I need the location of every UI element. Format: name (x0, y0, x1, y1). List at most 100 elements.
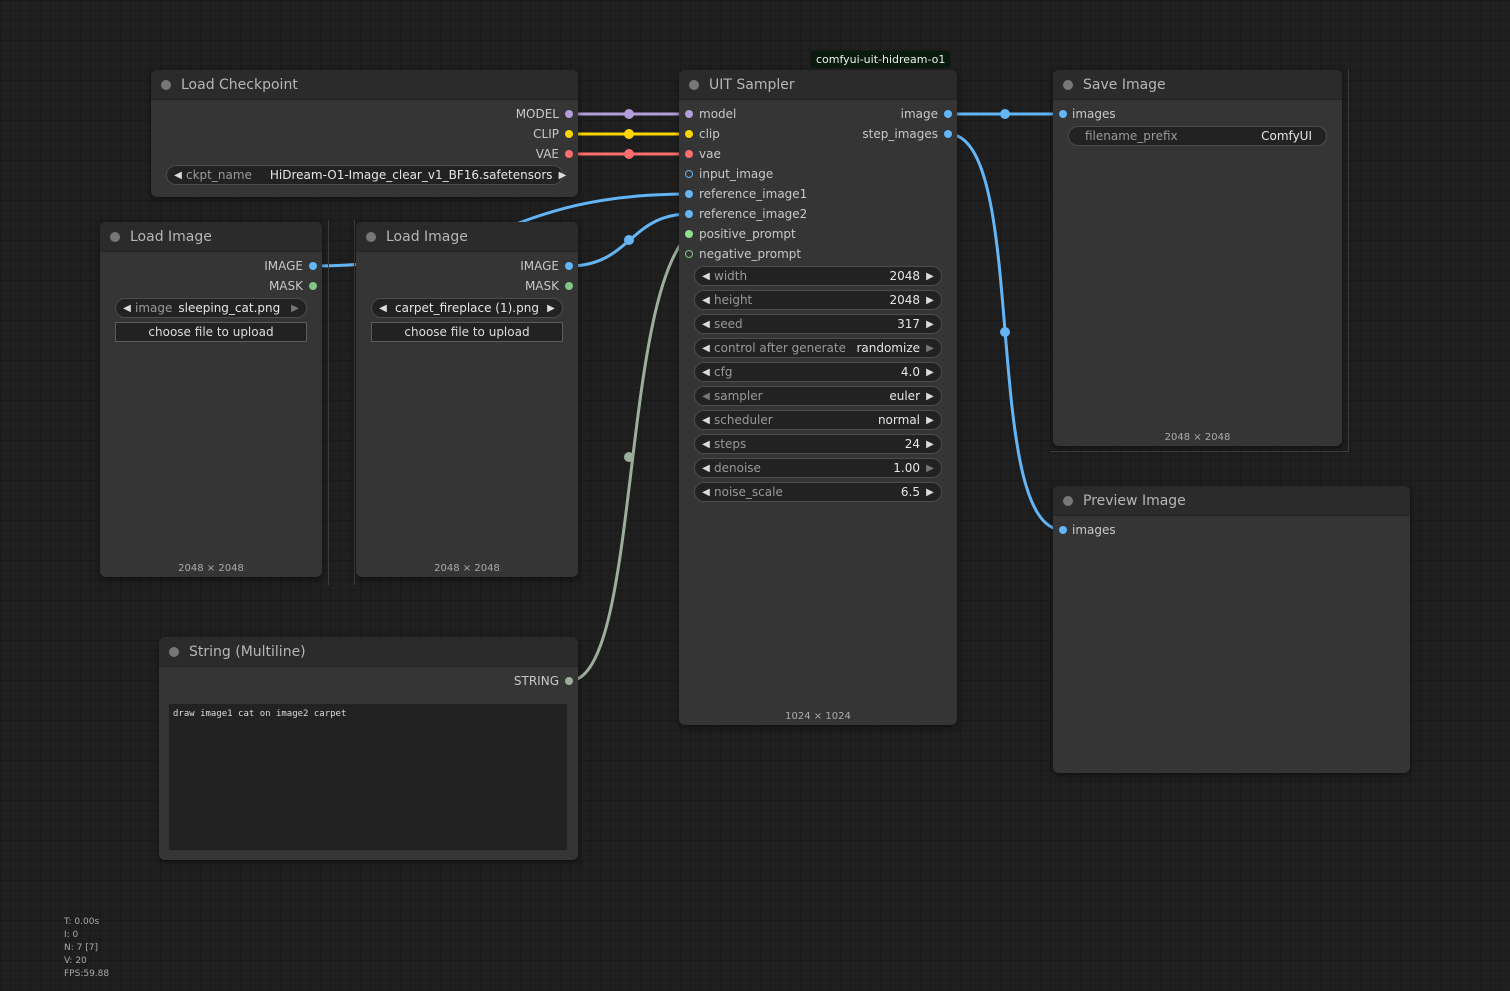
load-image-node-1[interactable]: Load Image IMAGE MASK ◀ image sleeping_c… (100, 222, 322, 577)
arrow-right-icon[interactable]: ▶ (924, 343, 936, 354)
input-image-dot[interactable] (685, 170, 693, 178)
collapse-dot-icon[interactable] (1063, 79, 1073, 90)
input-positive-prompt-dot[interactable] (685, 230, 693, 238)
arrow-left-icon[interactable]: ◀ (700, 319, 712, 330)
output-image-dot[interactable] (309, 262, 317, 270)
input-negative-prompt-dot[interactable] (685, 250, 693, 258)
input-images-dot[interactable] (1059, 110, 1067, 118)
input-vae-dot[interactable] (685, 150, 693, 158)
arrow-left-icon[interactable]: ◀ (700, 367, 712, 378)
cfg-widget[interactable]: ◀ cfg 4.0 ▶ (694, 362, 942, 382)
node-title-bar[interactable]: Load Checkpoint (151, 70, 578, 100)
output-image-dot[interactable] (565, 262, 573, 270)
ckpt-name-combo[interactable]: ◀ ckpt_name HiDream-O1-Image_clear_v1_BF… (166, 165, 566, 185)
input-clip-dot[interactable] (685, 130, 693, 138)
arrow-left-icon[interactable]: ◀ (700, 415, 712, 426)
scheduler-widget[interactable]: ◀ scheduler normal ▶ (694, 410, 942, 430)
sampler-widget[interactable]: ◀ sampler euler ▶ (694, 386, 942, 406)
height-widget[interactable]: ◀ height 2048 ▶ (694, 290, 942, 310)
preview-image-node[interactable]: Preview Image images (1053, 486, 1410, 773)
input-reference-image2-dot[interactable] (685, 210, 693, 218)
control-after-generate-widget[interactable]: ◀ control after generate randomize ▶ (694, 338, 942, 358)
widget-value: euler (889, 389, 920, 403)
collapse-dot-icon[interactable] (366, 231, 376, 242)
arrow-left-icon[interactable]: ◀ (121, 303, 133, 314)
node-title-bar[interactable]: Preview Image (1053, 486, 1410, 516)
output-step-images-dot[interactable] (944, 130, 952, 138)
uit-sampler-node[interactable]: UIT Sampler model clip vae input_image r… (679, 70, 957, 725)
input-model-dot[interactable] (685, 110, 693, 118)
collapse-dot-icon[interactable] (169, 646, 179, 657)
arrow-right-icon[interactable]: ▶ (924, 439, 936, 450)
node-title-bar[interactable]: UIT Sampler (679, 70, 957, 100)
widget-label: seed (714, 317, 743, 331)
wire-preview-image (947, 132, 1064, 532)
arrow-right-icon[interactable]: ▶ (924, 487, 936, 498)
arrow-right-icon[interactable]: ▶ (924, 463, 936, 474)
node-title-bar[interactable]: String (Multiline) (159, 637, 578, 667)
input-images-label: images (1072, 107, 1116, 121)
arrow-right-icon[interactable]: ▶ (924, 367, 936, 378)
arrow-right-icon[interactable]: ▶ (545, 303, 557, 314)
arrow-right-icon[interactable]: ▶ (924, 391, 936, 402)
collapse-dot-icon[interactable] (110, 231, 120, 242)
output-image-dot[interactable] (944, 110, 952, 118)
output-vae-dot[interactable] (565, 150, 573, 158)
arrow-left-icon[interactable]: ◀ (700, 295, 712, 306)
load-image-node-2[interactable]: Load Image IMAGE MASK ◀ carpet_fireplace… (356, 222, 578, 577)
image-combo[interactable]: ◀ image sleeping_cat.png ▶ (115, 298, 307, 318)
image-combo[interactable]: ◀ carpet_fireplace (1).png ▶ (371, 298, 563, 318)
width-widget[interactable]: ◀ width 2048 ▶ (694, 266, 942, 286)
arrow-left-icon[interactable]: ◀ (377, 303, 389, 314)
string-multiline-node[interactable]: String (Multiline) STRING draw image1 ca… (159, 637, 578, 860)
output-string-dot[interactable] (565, 677, 573, 685)
stat-nodes: N: 7 [7] (64, 943, 98, 953)
output-string-label: STRING (513, 674, 559, 688)
group-line (1050, 451, 1349, 452)
input-reference-image1-dot[interactable] (685, 190, 693, 198)
output-mask-dot[interactable] (309, 282, 317, 290)
input-reference-image1-label: reference_image1 (699, 187, 808, 201)
output-step-images-label: step_images (862, 127, 938, 141)
output-clip-dot[interactable] (565, 130, 573, 138)
arrow-left-icon[interactable]: ◀ (172, 170, 184, 181)
output-mask-dot[interactable] (565, 282, 573, 290)
arrow-right-icon[interactable]: ▶ (924, 295, 936, 306)
arrow-right-icon[interactable]: ▶ (924, 271, 936, 282)
filename-prefix-input[interactable]: filename_prefix ComfyUI (1068, 126, 1327, 146)
output-model-dot[interactable] (565, 110, 573, 118)
arrow-left-icon[interactable]: ◀ (700, 391, 712, 402)
arrow-right-icon[interactable]: ▶ (924, 319, 936, 330)
widget-value: 4.0 (900, 365, 920, 379)
seed-widget[interactable]: ◀ seed 317 ▶ (694, 314, 942, 334)
output-vae-label: VAE (535, 147, 559, 161)
noise-scale-widget[interactable]: ◀ noise_scale 6.5 ▶ (694, 482, 942, 502)
load-checkpoint-node[interactable]: Load Checkpoint MODEL CLIP VAE ◀ ckpt_na… (151, 70, 578, 197)
arrow-right-icon[interactable]: ▶ (289, 303, 301, 314)
node-title-bar[interactable]: Load Image (356, 222, 578, 252)
upload-button[interactable]: choose file to upload (115, 322, 307, 342)
node-title-bar[interactable]: Save Image (1053, 70, 1342, 100)
input-vae-label: vae (699, 147, 721, 161)
arrow-left-icon[interactable]: ◀ (700, 271, 712, 282)
arrow-left-icon[interactable]: ◀ (700, 463, 712, 474)
save-image-node[interactable]: Save Image images filename_prefix ComfyU… (1053, 70, 1342, 446)
collapse-dot-icon[interactable] (1063, 495, 1073, 506)
collapse-dot-icon[interactable] (161, 79, 171, 90)
widget-value: 2048 (889, 293, 920, 307)
arrow-left-icon[interactable]: ◀ (700, 439, 712, 450)
arrow-left-icon[interactable]: ◀ (700, 343, 712, 354)
input-images-dot[interactable] (1059, 526, 1067, 534)
collapse-dot-icon[interactable] (689, 79, 699, 90)
upload-button[interactable]: choose file to upload (371, 322, 563, 342)
output-clip-label: CLIP (533, 127, 559, 141)
arrow-right-icon[interactable]: ▶ (557, 170, 569, 181)
node-title: Preview Image (1083, 492, 1186, 509)
steps-widget[interactable]: ◀ steps 24 ▶ (694, 434, 942, 454)
denoise-widget[interactable]: ◀ denoise 1.00 ▶ (694, 458, 942, 478)
node-title-bar[interactable]: Load Image (100, 222, 322, 252)
arrow-left-icon[interactable]: ◀ (700, 487, 712, 498)
arrow-right-icon[interactable]: ▶ (924, 415, 936, 426)
prompt-textarea[interactable]: draw image1 cat on image2 carpet (168, 703, 568, 851)
widget-value: HiDream-O1-Image_clear_v1_BF16.safetenso… (269, 168, 553, 182)
